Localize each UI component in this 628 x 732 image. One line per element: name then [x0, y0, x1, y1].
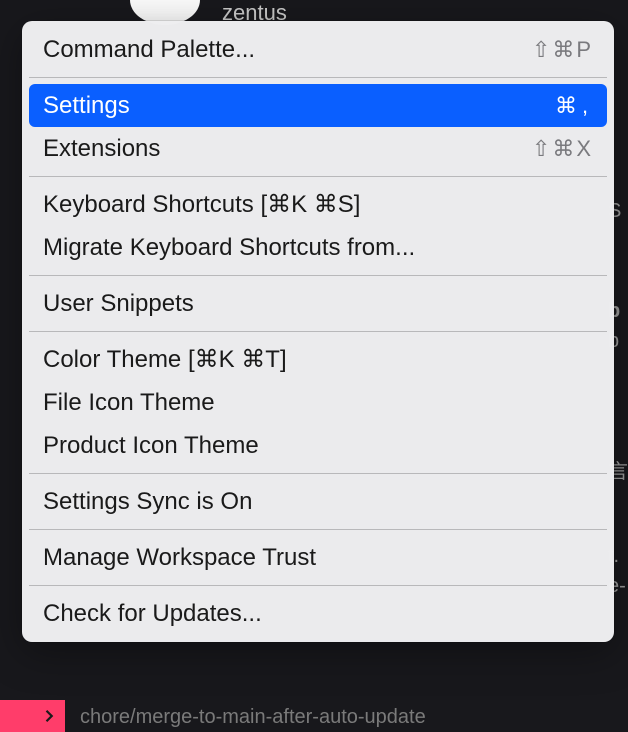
menu-item-label: Settings: [43, 92, 130, 120]
context-menu: Command Palette... ⇧⌘P Settings ⌘ ,⌘, Ex…: [22, 21, 614, 642]
menu-separator: [29, 529, 607, 530]
menu-item-settings-sync[interactable]: Settings Sync is On: [29, 480, 607, 523]
menu-separator: [29, 176, 607, 177]
menu-item-settings[interactable]: Settings ⌘ ,⌘,: [29, 84, 607, 127]
menu-item-extensions[interactable]: Extensions ⇧⌘X: [29, 127, 607, 170]
menu-item-shortcut: ⇧⌘P: [532, 37, 593, 63]
menu-separator: [29, 585, 607, 586]
menu-item-label: Settings Sync is On: [43, 488, 252, 516]
menu-item-label: Manage Workspace Trust: [43, 544, 316, 572]
menu-item-check-updates[interactable]: Check for Updates...: [29, 592, 607, 635]
menu-separator: [29, 275, 607, 276]
menu-item-label: Extensions: [43, 135, 160, 163]
menu-item-label: User Snippets: [43, 290, 194, 318]
menu-item-label: File Icon Theme: [43, 389, 215, 417]
menu-item-label: Keyboard Shortcuts [⌘K ⌘S]: [43, 190, 360, 219]
menu-separator: [29, 331, 607, 332]
menu-item-color-theme[interactable]: Color Theme [⌘K ⌘T]: [29, 338, 607, 381]
menu-item-label: Color Theme [⌘K ⌘T]: [43, 345, 287, 374]
menu-item-label: Migrate Keyboard Shortcuts from...: [43, 234, 415, 262]
chevron-right-icon: [43, 709, 57, 723]
menu-item-file-icon-theme[interactable]: File Icon Theme: [29, 381, 607, 424]
menu-item-product-icon-theme[interactable]: Product Icon Theme: [29, 424, 607, 467]
menu-separator: [29, 473, 607, 474]
menu-item-label: Product Icon Theme: [43, 432, 259, 460]
menu-item-migrate-shortcuts[interactable]: Migrate Keyboard Shortcuts from...: [29, 226, 607, 269]
menu-item-command-palette[interactable]: Command Palette... ⇧⌘P: [29, 28, 607, 71]
menu-separator: [29, 77, 607, 78]
menu-item-shortcut: ⌘ ,⌘,: [555, 93, 593, 119]
menu-item-keyboard-shortcuts[interactable]: Keyboard Shortcuts [⌘K ⌘S]: [29, 183, 607, 226]
menu-item-user-snippets[interactable]: User Snippets: [29, 282, 607, 325]
menu-item-label: Check for Updates...: [43, 600, 262, 628]
menu-item-shortcut: ⇧⌘X: [532, 136, 593, 162]
menu-item-label: Command Palette...: [43, 36, 255, 64]
status-bar-branch[interactable]: chore/merge-to-main-after-auto-update: [80, 706, 426, 729]
status-bar-remote[interactable]: [0, 700, 65, 732]
menu-item-workspace-trust[interactable]: Manage Workspace Trust: [29, 536, 607, 579]
